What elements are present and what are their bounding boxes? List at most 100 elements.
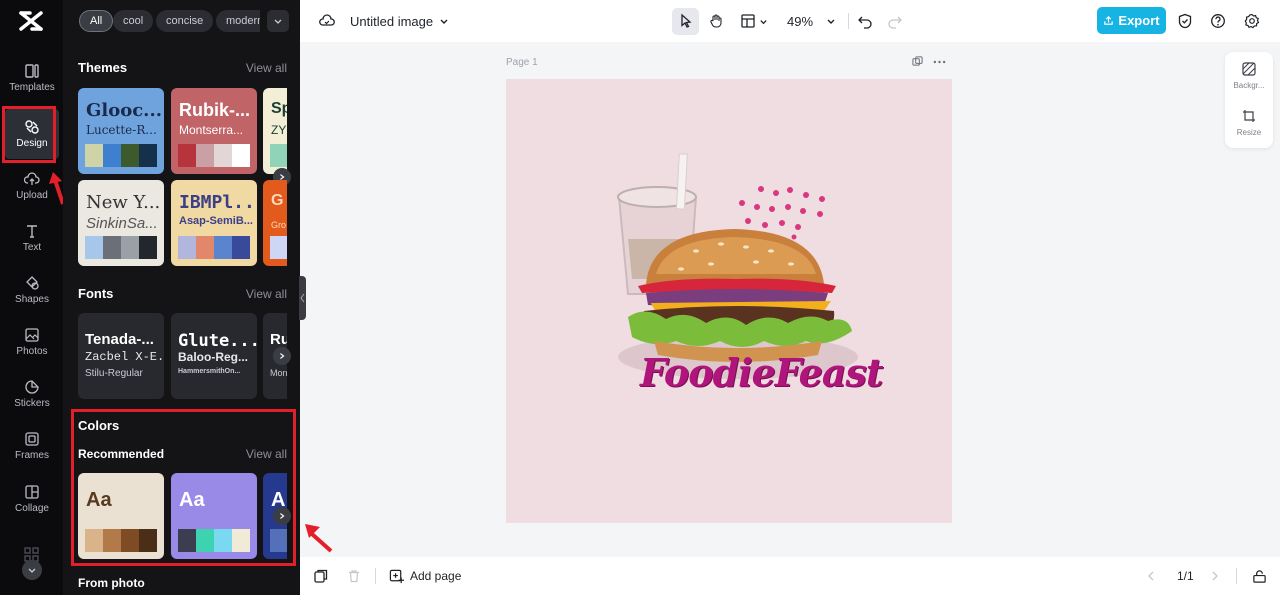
text-icon [27,225,37,238]
add-page-button[interactable]: Add page [389,557,461,595]
fonts-next-arrow[interactable] [273,347,291,365]
rail-item-collage[interactable]: Collage [5,474,59,524]
chevron-down-icon [827,19,835,24]
theme-heading: IBMPl... [179,192,257,213]
bottom-divider [1236,557,1237,595]
chevron-right-icon [280,353,285,359]
rail-item-photos[interactable]: Photos [5,317,59,367]
more-options-icon[interactable] [933,60,946,64]
resize-icon [1243,110,1255,122]
delete-page-icon[interactable] [347,557,361,595]
theme-swatches [270,144,287,167]
theme-swatches [178,236,250,259]
theme-heading: Sp [271,100,287,117]
redo-icon[interactable] [887,0,903,42]
rail-item-frames[interactable]: Frames [5,421,59,471]
page-label: Page 1 [506,57,538,68]
shield-icon[interactable] [1177,0,1193,42]
red-arrow-icon [305,524,333,553]
design-panel: All cool concise modern Themes View all … [63,0,300,595]
theme-heading: Glooc... [86,100,162,121]
cloud-save-icon[interactable] [319,0,335,42]
fonts-title: Fonts [78,286,114,301]
undo-icon[interactable] [857,0,873,42]
chevron-down-icon [440,19,448,24]
duplicate-page-icon[interactable] [912,56,923,67]
brand-text[interactable]: FoodieFeast [640,350,883,395]
theme-card[interactable]: Rubik-... Montserra... [171,88,257,174]
theme-card[interactable]: New Y... SinkinSa... [78,180,164,266]
theme-card[interactable]: Sp ZY [263,88,287,174]
background-tool[interactable]: Backgr... [1225,62,1273,90]
page-tools [912,56,946,67]
select-tool-icon[interactable] [678,0,694,42]
filter-chip-all[interactable]: All [79,10,114,32]
chevron-down-icon [760,19,767,24]
toolbar-divider [848,0,849,42]
font-line-2: Zacbel X-E... [85,350,164,364]
theme-swatches [85,236,157,259]
font-card[interactable]: Glute... Baloo-Reg... HammersmithOn... [171,313,257,399]
theme-sub: SinkinSa... [86,215,158,232]
theme-card[interactable]: G Gro [263,180,287,266]
add-page-label: Add page [410,569,462,583]
help-icon[interactable] [1210,0,1226,42]
bottom-bar: Add page 1/1 [300,557,1280,595]
lock-pages-icon[interactable] [1252,557,1267,595]
artboard[interactable] [506,79,952,523]
rail-item-text[interactable]: Text [5,213,59,263]
theme-card[interactable]: Glooc... Lucette-R... [78,88,164,174]
theme-sub: Montserra... [179,123,244,137]
export-button[interactable]: Export [1097,7,1166,34]
filter-more-button[interactable] [267,10,289,32]
prev-page-icon[interactable] [1146,557,1156,595]
filter-chip-modern[interactable]: modern [216,10,260,32]
next-page-icon[interactable] [1210,557,1220,595]
colors-highlight-box [71,409,296,566]
font-card[interactable]: Tenada-... Zacbel X-E... Stilu-Regular [78,313,164,399]
font-line-3: HammersmithOn... [178,368,241,375]
top-bar: Untitled image 49% Export [300,0,1280,42]
font-line-1: Ru [270,331,287,348]
filter-chip-cool[interactable]: cool [113,10,154,32]
copy-page-icon[interactable] [314,557,328,595]
theme-heading: Rubik-... [179,100,250,120]
zoom-dropdown[interactable]: 49% [787,0,836,42]
document-title-dropdown[interactable]: Untitled image [350,0,449,42]
add-page-icon [389,569,404,583]
settings-gear-icon[interactable] [1244,0,1260,42]
rail-item-shapes[interactable]: Shapes [5,265,59,315]
photos-icon [25,328,39,342]
design-highlight-box [2,106,56,163]
hand-tool-icon[interactable] [708,0,724,42]
rail-item-label: Upload [16,190,48,201]
theme-sub: Gro [271,220,287,230]
capcut-logo-icon[interactable] [18,9,44,33]
chevron-down-icon [274,19,282,24]
collage-icon [25,485,39,499]
layout-dropdown[interactable] [740,0,768,42]
rail-item-templates[interactable]: Templates [5,53,59,103]
resize-label: Resize [1236,128,1262,137]
theme-swatches [85,144,157,167]
filter-chip-concise[interactable]: concise [156,10,214,32]
rail-item-stickers[interactable]: Stickers [5,369,59,419]
font-line-2: Baloo-Reg... [178,350,249,364]
themes-view-all-link[interactable]: View all [246,61,287,75]
font-line-3: Stilu-Regular [85,368,143,379]
theme-card[interactable]: IBMPl... Asap-SemiB... [171,180,257,266]
theme-swatches [270,236,287,259]
theme-heading: New Y... [86,192,161,213]
shapes-icon [26,276,39,290]
theme-sub: Lucette-R... [86,123,157,137]
fonts-view-all-link[interactable]: View all [246,287,287,301]
panel-collapse-handle[interactable] [299,276,306,320]
rail-item-label: Templates [9,82,55,93]
background-icon [1242,62,1256,76]
resize-tool[interactable]: Resize [1225,109,1273,137]
bottom-divider [375,557,376,595]
left-rail: Templates Design Upload Text Shapes Phot… [0,0,63,595]
font-line-3: Mon [270,368,287,378]
upload-icon [24,172,40,185]
chevron-down-icon[interactable] [22,560,42,580]
